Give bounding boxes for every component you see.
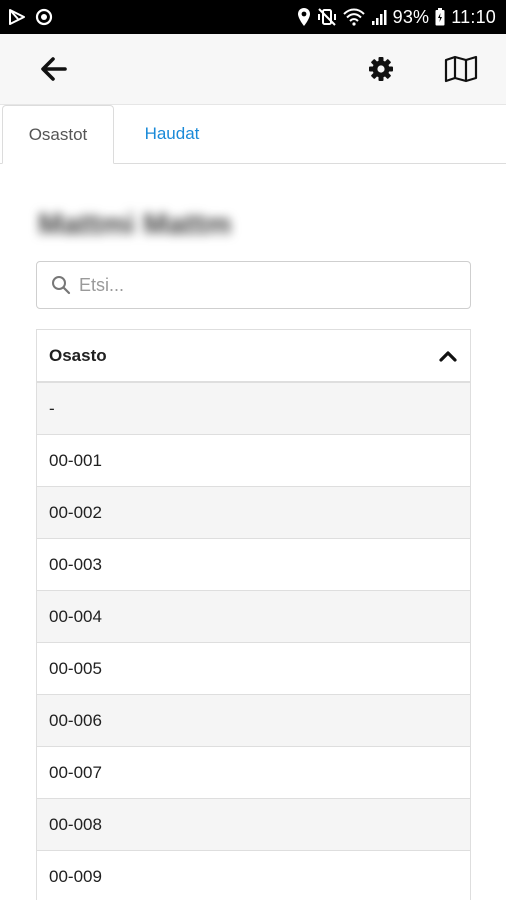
map-button[interactable] bbox=[444, 55, 478, 83]
map-icon bbox=[444, 55, 478, 83]
chevron-up-icon bbox=[438, 349, 458, 363]
play-store-icon bbox=[8, 8, 26, 26]
table-row[interactable]: 00-004 bbox=[37, 591, 470, 643]
battery-percent: 93% bbox=[392, 6, 430, 27]
osasto-table: Osasto - 00-001 00-002 00-003 00-004 00-… bbox=[36, 329, 471, 900]
back-button[interactable] bbox=[40, 56, 68, 82]
status-bar: 93% 11:10 bbox=[0, 0, 506, 34]
table-row[interactable]: 00-007 bbox=[37, 747, 470, 799]
search-box[interactable] bbox=[36, 261, 471, 309]
tab-haudat[interactable]: Haudat bbox=[114, 104, 230, 163]
settings-button[interactable] bbox=[368, 56, 394, 82]
table-row[interactable]: 00-009 bbox=[37, 851, 470, 900]
wifi-icon bbox=[342, 8, 365, 26]
table-row[interactable]: 00-005 bbox=[37, 643, 470, 695]
gear-icon bbox=[368, 56, 394, 82]
search-icon bbox=[51, 275, 71, 295]
page-title-blurred: Mattmi Mattm bbox=[38, 208, 232, 241]
tab-osastot[interactable]: Osastot bbox=[2, 105, 114, 164]
app-bar-actions bbox=[368, 55, 478, 83]
status-bar-right: 93% 11:10 bbox=[297, 7, 496, 28]
table-row[interactable]: 00-003 bbox=[37, 539, 470, 591]
table-row[interactable]: 00-002 bbox=[37, 487, 470, 539]
vibrate-mute-icon bbox=[317, 7, 337, 27]
status-bar-left bbox=[8, 7, 54, 27]
table-row[interactable]: - bbox=[37, 383, 470, 435]
sync-icon bbox=[34, 7, 54, 27]
table-row[interactable]: 00-008 bbox=[37, 799, 470, 851]
main-content: Mattmi Mattm Osasto - 00-001 00-002 00-0… bbox=[0, 208, 506, 900]
arrow-left-icon bbox=[40, 56, 68, 82]
table-header-label: Osasto bbox=[49, 345, 107, 365]
table-row[interactable]: 00-006 bbox=[37, 695, 470, 747]
table-body: - 00-001 00-002 00-003 00-004 00-005 00-… bbox=[37, 383, 470, 900]
signal-icon bbox=[371, 8, 387, 26]
tab-bar: Osastot Haudat bbox=[0, 105, 506, 164]
battery-icon bbox=[435, 8, 445, 26]
app-bar bbox=[0, 34, 506, 105]
table-row[interactable]: 00-001 bbox=[37, 435, 470, 487]
search-input[interactable] bbox=[77, 273, 456, 297]
table-header-osasto[interactable]: Osasto bbox=[37, 330, 470, 383]
location-icon bbox=[297, 7, 311, 27]
clock: 11:10 bbox=[451, 6, 496, 27]
